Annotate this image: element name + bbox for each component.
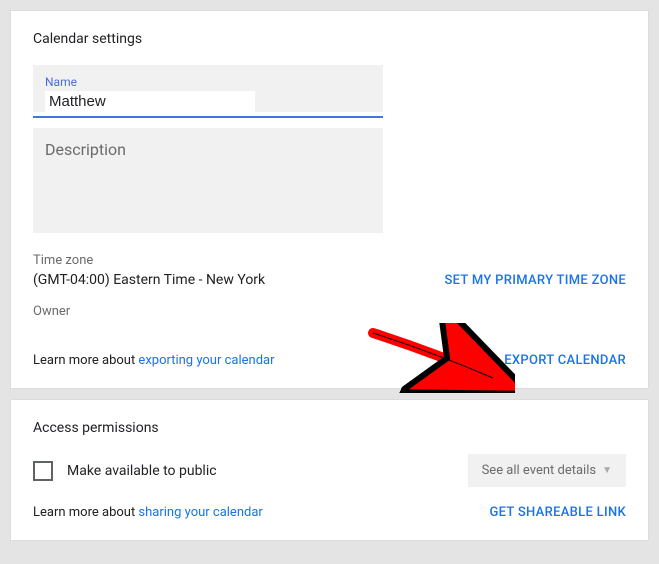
owner-label: Owner bbox=[33, 304, 626, 319]
permissions-title: Access permissions bbox=[33, 420, 626, 436]
timezone-section: Time zone (GMT-04:00) Eastern Time - New… bbox=[33, 253, 265, 288]
get-shareable-link-button[interactable]: GET SHAREABLE LINK bbox=[490, 505, 627, 520]
public-checkbox-label: Make available to public bbox=[67, 463, 217, 479]
name-input[interactable] bbox=[45, 91, 255, 112]
name-label: Name bbox=[45, 75, 371, 89]
timezone-label: Time zone bbox=[33, 253, 265, 268]
description-placeholder: Description bbox=[45, 140, 126, 159]
timezone-value: (GMT-04:00) Eastern Time - New York bbox=[33, 272, 265, 288]
access-permissions-card: Access permissions Make available to pub… bbox=[10, 399, 649, 541]
name-field-container: Name bbox=[33, 65, 383, 112]
settings-title: Calendar settings bbox=[33, 31, 626, 47]
chevron-down-icon: ▼ bbox=[602, 465, 612, 476]
event-details-dropdown[interactable]: See all event details ▼ bbox=[468, 454, 626, 487]
learn-share-text: Learn more about sharing your calendar bbox=[33, 505, 263, 520]
name-underline bbox=[33, 116, 383, 118]
set-primary-timezone-button[interactable]: SET MY PRIMARY TIME ZONE bbox=[444, 273, 626, 288]
calendar-settings-card: Calendar settings Name Description Time … bbox=[10, 10, 649, 389]
sharing-calendar-link[interactable]: sharing your calendar bbox=[138, 505, 262, 520]
description-input[interactable]: Description bbox=[33, 128, 383, 233]
exporting-calendar-link[interactable]: exporting your calendar bbox=[138, 353, 274, 368]
public-checkbox-row: Make available to public bbox=[33, 461, 217, 481]
public-checkbox[interactable] bbox=[33, 461, 53, 481]
export-calendar-button[interactable]: EXPORT CALENDAR bbox=[504, 353, 626, 368]
learn-export-text: Learn more about exporting your calendar bbox=[33, 353, 275, 368]
